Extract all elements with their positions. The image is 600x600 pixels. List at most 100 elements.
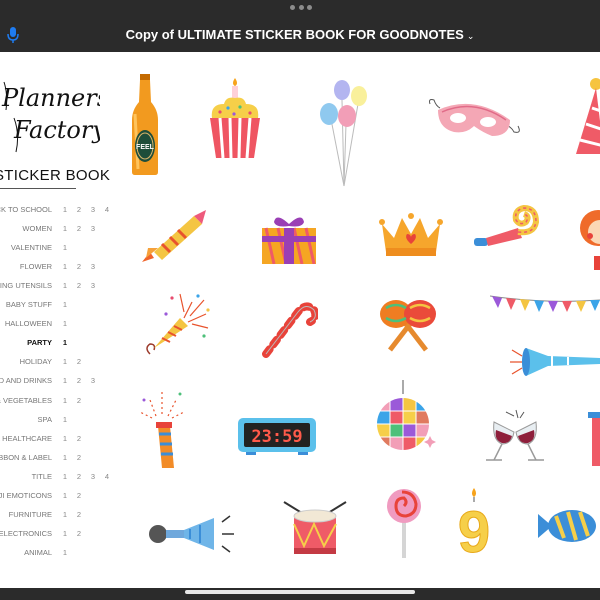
confetti-cannon-sticker[interactable]: [136, 388, 188, 472]
document-page[interactable]: Planners Factory STICKER BOOK BACK TO SC…: [0, 52, 600, 588]
category-item[interactable]: TITLE 1 2 3 4: [0, 469, 120, 483]
category-label[interactable]: EMOJI EMOTICONS: [0, 491, 52, 500]
beer-bottle-sticker[interactable]: FEEL: [128, 74, 162, 176]
category-label[interactable]: FOOD AND DRINKS: [0, 376, 52, 385]
category-page-link[interactable]: 1: [60, 434, 70, 443]
category-page-link[interactable]: 2: [74, 224, 84, 233]
category-page-link[interactable]: 1: [60, 243, 70, 252]
category-page-link[interactable]: 3: [88, 472, 98, 481]
category-item[interactable]: MENTAL HEALTHCARE 12: [0, 431, 120, 445]
category-page-link[interactable]: 2: [74, 434, 84, 443]
category-item[interactable]: PARTY 1: [0, 335, 120, 349]
party-hat-sticker[interactable]: [574, 78, 600, 158]
category-label[interactable]: HOLIDAY: [20, 357, 52, 366]
category-item[interactable]: EMOJI EMOTICONS 12: [0, 488, 120, 502]
category-page-link[interactable]: 1: [60, 548, 70, 557]
category-page-link[interactable]: 2: [74, 491, 84, 500]
category-label[interactable]: FURNITURE: [9, 510, 52, 519]
category-item[interactable]: COOKING UTENSILS 123: [0, 278, 120, 292]
party-mask-sticker[interactable]: [426, 96, 522, 142]
category-label[interactable]: FLOWER: [20, 262, 52, 271]
category-page-link[interactable]: 1: [60, 319, 70, 328]
cupcake-sticker[interactable]: [206, 78, 264, 160]
vuvuzela-horn-sticker[interactable]: [508, 342, 600, 386]
category-item[interactable]: SPA 1: [0, 412, 120, 426]
category-page-link[interactable]: 3: [88, 281, 98, 290]
category-item[interactable]: BABY STUFF 1: [0, 297, 120, 311]
category-label[interactable]: COOKING UTENSILS: [0, 281, 52, 290]
category-page-link[interactable]: 4: [102, 205, 112, 214]
clown-sticker[interactable]: [578, 198, 600, 270]
party-popper-sticker[interactable]: [142, 288, 212, 360]
number-candle-sticker[interactable]: 9: [452, 488, 496, 558]
category-item[interactable]: RIBBON & LABEL 12: [0, 450, 120, 464]
category-label[interactable]: ANIMAL: [24, 548, 52, 557]
category-page-link[interactable]: 3: [88, 376, 98, 385]
firework-rocket-sticker[interactable]: [140, 208, 208, 264]
wine-glasses-toast-sticker[interactable]: [476, 408, 554, 464]
party-blower-sticker[interactable]: [472, 204, 542, 252]
category-page-link[interactable]: 1: [60, 529, 70, 538]
category-item[interactable]: VALENTINE 1: [0, 240, 120, 254]
category-item[interactable]: BACK TO SCHOOL 1234: [0, 202, 120, 216]
party-item-partial-sticker[interactable]: [588, 410, 600, 466]
category-page-link[interactable]: 1: [60, 338, 70, 347]
category-page-link[interactable]: 2: [74, 376, 84, 385]
category-page-link[interactable]: 1: [60, 357, 70, 366]
home-indicator[interactable]: [185, 590, 415, 594]
category-label[interactable]: ELECTRONICS: [0, 529, 52, 538]
category-page-link[interactable]: 2: [74, 529, 84, 538]
more-dots-icon[interactable]: [290, 5, 312, 11]
category-page-link[interactable]: 1: [60, 281, 70, 290]
category-page-link[interactable]: 1: [60, 472, 70, 481]
maracas-sticker[interactable]: [376, 296, 440, 352]
balloons-sticker[interactable]: [316, 78, 372, 188]
category-label[interactable]: TITLE: [32, 472, 52, 481]
category-page-link[interactable]: 2: [74, 205, 84, 214]
category-page-link[interactable]: 1: [60, 224, 70, 233]
category-page-link[interactable]: 1: [60, 300, 70, 309]
category-label[interactable]: BABY STUFF: [6, 300, 52, 309]
category-label[interactable]: WOMEN: [22, 224, 52, 233]
document-title-menu[interactable]: Copy of ULTIMATE STICKER BOOK FOR GOODNO…: [0, 27, 600, 42]
category-label[interactable]: HALLOWEEN: [5, 319, 52, 328]
category-page-link[interactable]: 1: [60, 376, 70, 385]
category-item[interactable]: FURNITURE 1 2: [0, 507, 120, 521]
category-page-link[interactable]: 1: [60, 453, 70, 462]
category-item[interactable]: WOMEN 1 2 3: [0, 221, 120, 235]
category-page-link[interactable]: 2: [74, 472, 84, 481]
category-page-link[interactable]: 1: [60, 205, 70, 214]
category-page-link[interactable]: 3: [88, 205, 98, 214]
category-item[interactable]: ELECTRONICS 1 2: [0, 526, 120, 540]
category-item[interactable]: FLOWER 1 2 3: [0, 259, 120, 273]
category-label[interactable]: VALENTINE: [11, 243, 52, 252]
category-item[interactable]: ANIMAL 1: [0, 545, 120, 559]
bunting-flags-sticker[interactable]: [490, 292, 600, 322]
category-item[interactable]: HOLIDAY 1 2: [0, 354, 120, 368]
category-label[interactable]: RIBBON & LABEL: [0, 453, 52, 462]
category-page-link[interactable]: 4: [102, 472, 112, 481]
drum-sticker[interactable]: [280, 500, 350, 556]
category-label[interactable]: PARTY: [27, 338, 52, 347]
category-label[interactable]: FRUITS & VEGETABLES: [0, 396, 52, 405]
category-page-link[interactable]: 2: [74, 453, 84, 462]
category-page-link[interactable]: 1: [60, 510, 70, 519]
gift-box-sticker[interactable]: [260, 210, 318, 264]
category-label[interactable]: SPA: [38, 415, 52, 424]
air-horn-sticker[interactable]: [148, 512, 240, 554]
category-item[interactable]: HALLOWEEN 1: [0, 316, 120, 330]
wrapped-candy-sticker[interactable]: [536, 506, 600, 548]
category-page-link[interactable]: 2: [74, 281, 84, 290]
category-page-link[interactable]: 3: [88, 224, 98, 233]
crown-sticker[interactable]: [378, 210, 444, 258]
category-label[interactable]: BACK TO SCHOOL: [0, 205, 52, 214]
category-page-link[interactable]: 1: [60, 396, 70, 405]
digital-clock-sticker[interactable]: 23:59: [236, 414, 318, 456]
category-label[interactable]: MENTAL HEALTHCARE: [0, 434, 52, 443]
category-page-link[interactable]: 2: [74, 510, 84, 519]
category-page-link[interactable]: 1: [60, 491, 70, 500]
category-page-link[interactable]: 1: [60, 415, 70, 424]
category-item[interactable]: FOOD AND DRINKS 123: [0, 373, 120, 387]
category-page-link[interactable]: 2: [74, 396, 84, 405]
category-page-link[interactable]: 2: [74, 357, 84, 366]
